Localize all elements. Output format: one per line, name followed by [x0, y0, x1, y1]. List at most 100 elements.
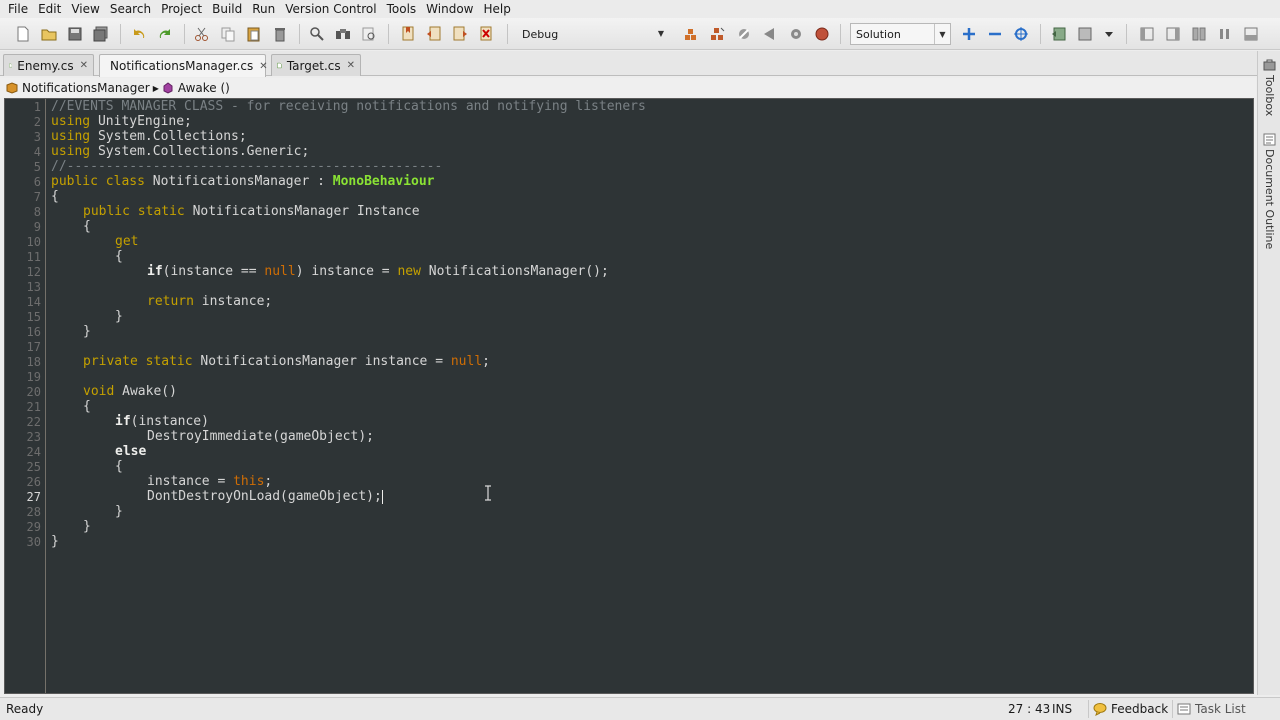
menu-window[interactable]: Window: [422, 0, 477, 18]
toolbar: Debug ▼ Solution ▼: [0, 18, 1280, 50]
chevron-down-icon: ▼: [934, 24, 950, 44]
rebuild-icon[interactable]: [709, 25, 727, 43]
stop-icon[interactable]: [813, 25, 831, 43]
menu-edit[interactable]: Edit: [34, 0, 65, 18]
layout-right-icon[interactable]: [1164, 25, 1182, 43]
menu-help[interactable]: Help: [479, 0, 514, 18]
line-number: 21: [26, 400, 41, 414]
code-line: {: [83, 219, 91, 234]
new-file-icon[interactable]: [14, 25, 32, 43]
line-number-gutter: 1 2 3 4 5 6 7 8 9 10 11 12 13 14 15 16 17 18 19 20 21 22 23 24 2…: [5, 99, 46, 693]
delete-icon[interactable]: [271, 25, 289, 43]
next-bookmark-icon[interactable]: [451, 25, 469, 43]
tab-enemy-cs[interactable]: Enemy.cs ✕: [3, 54, 94, 76]
feedback-icon: [1093, 703, 1107, 716]
copy-icon[interactable]: [219, 25, 237, 43]
menu-tools[interactable]: Tools: [383, 0, 421, 18]
menu-build[interactable]: Build: [208, 0, 246, 18]
line-number: 6: [33, 175, 41, 189]
layout-left-icon[interactable]: [1138, 25, 1156, 43]
fit-icon[interactable]: [1012, 25, 1030, 43]
line-number: 5: [33, 160, 41, 174]
code-line: }: [115, 309, 123, 324]
menu-version-control[interactable]: Version Control: [281, 0, 380, 18]
line-number: 20: [26, 385, 41, 399]
find-icon[interactable]: [308, 25, 326, 43]
toolbox-pad-label[interactable]: Toolbox: [1262, 75, 1276, 116]
menu-file[interactable]: File: [4, 0, 32, 18]
replace-icon[interactable]: [360, 25, 378, 43]
breadcrumb-class[interactable]: NotificationsManager: [22, 81, 150, 95]
undo-icon[interactable]: [130, 25, 148, 43]
line-number: 25: [26, 460, 41, 474]
tab-label: NotificationsManager.cs: [110, 59, 254, 73]
line-number: 13: [26, 280, 41, 294]
attach-icon[interactable]: [735, 25, 753, 43]
document-outline-pad-label[interactable]: Document Outline: [1262, 149, 1276, 249]
paste-icon[interactable]: [245, 25, 263, 43]
toolbox-icon[interactable]: [1263, 59, 1276, 72]
cut-icon[interactable]: [193, 25, 211, 43]
code-line: if(instance): [115, 414, 209, 429]
line-number: 10: [26, 235, 41, 249]
tab-label: Enemy.cs: [17, 58, 74, 73]
add-icon[interactable]: [960, 25, 978, 43]
close-icon[interactable]: ✕: [80, 60, 88, 71]
close-icon[interactable]: ✕: [347, 60, 355, 71]
code-editor[interactable]: 1 2 3 4 5 6 7 8 9 10 11 12 13 14 15 16 17 18 19 20 21 22 23 24 2…: [4, 98, 1254, 694]
menu-project[interactable]: Project: [157, 0, 206, 18]
code-line-current: DontDestroyOnLoad(gameObject);: [147, 489, 383, 504]
save-all-icon[interactable]: [92, 25, 110, 43]
document-outline-icon[interactable]: [1263, 133, 1276, 146]
bookmark-icon[interactable]: [399, 25, 417, 43]
redo-icon[interactable]: [156, 25, 174, 43]
view-options-icon[interactable]: [1076, 25, 1094, 43]
build-icon[interactable]: [683, 25, 701, 43]
code-line: if(instance == null) instance = new Noti…: [147, 264, 609, 279]
chevron-down-icon: ▼: [657, 28, 665, 38]
line-number: 7: [33, 190, 41, 204]
line-number: 1: [33, 100, 41, 114]
cursor-position: 27 : 43: [1008, 702, 1051, 716]
code-line: public class NotificationsManager : Mono…: [51, 174, 435, 189]
layout-toggle-icon[interactable]: [1216, 25, 1234, 43]
layout-panel-icon[interactable]: [1242, 25, 1260, 43]
code-line: DestroyImmediate(gameObject);: [147, 429, 374, 444]
run-icon[interactable]: [761, 25, 779, 43]
menu-run[interactable]: Run: [248, 0, 279, 18]
line-number: 12: [26, 265, 41, 279]
solution-select[interactable]: Solution ▼: [850, 23, 951, 45]
layout-columns-icon[interactable]: [1190, 25, 1208, 43]
step-back-icon[interactable]: [1050, 25, 1068, 43]
open-folder-icon[interactable]: [40, 25, 58, 43]
tab-target-cs[interactable]: Target.cs ✕: [271, 54, 361, 76]
menu-view[interactable]: View: [67, 0, 103, 18]
build-configuration-select[interactable]: Debug ▼: [517, 23, 669, 45]
tab-notificationsmanager-cs[interactable]: NotificationsManager.cs ✕: [99, 54, 268, 77]
code-line: {: [115, 459, 123, 474]
close-icon[interactable]: ✕: [259, 61, 267, 72]
find-in-files-icon[interactable]: [334, 25, 352, 43]
code-line: }: [83, 324, 91, 339]
remove-icon[interactable]: [986, 25, 1004, 43]
feedback-button[interactable]: Feedback: [1088, 700, 1172, 718]
clear-bookmarks-icon[interactable]: [477, 25, 495, 43]
insert-mode-indicator: INS: [1052, 702, 1073, 716]
code-line: //--------------------------------------…: [51, 159, 443, 174]
chevron-down-icon[interactable]: [1100, 25, 1114, 43]
task-list-label: Task List: [1195, 702, 1246, 716]
class-icon: [6, 82, 18, 94]
menu-search[interactable]: Search: [106, 0, 155, 18]
save-icon[interactable]: [66, 25, 84, 43]
breadcrumb-member[interactable]: Awake (): [178, 81, 230, 95]
line-number: 17: [26, 340, 41, 354]
prev-bookmark-icon[interactable]: [425, 25, 443, 43]
debug-icon[interactable]: [787, 25, 805, 43]
breadcrumb: NotificationsManager ▶ Awake (): [0, 78, 1256, 98]
task-list-button[interactable]: Task List: [1172, 700, 1250, 718]
line-number: 23: [26, 430, 41, 444]
solution-select-value: Solution: [856, 27, 901, 41]
code-line: private static NotificationsManager inst…: [83, 354, 490, 369]
code-line: {: [115, 249, 123, 264]
code-line: instance = this;: [147, 474, 273, 489]
